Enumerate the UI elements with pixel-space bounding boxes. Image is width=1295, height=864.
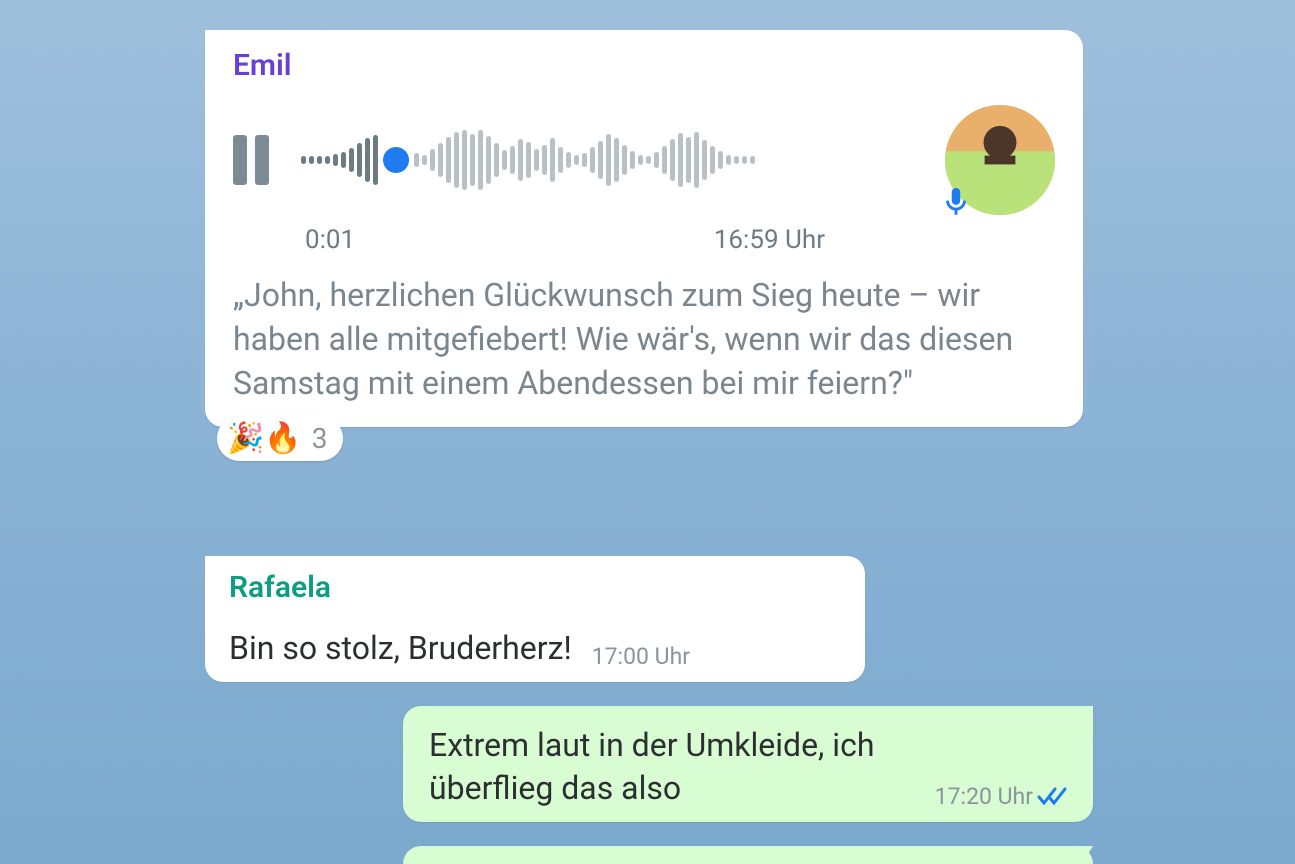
sent-time: 16:59 Uhr	[714, 225, 825, 255]
message-emil-voice[interactable]: Emil	[205, 30, 1083, 427]
message-text: Bin so stolz, Bruderherz!	[229, 627, 572, 670]
read-receipt-icon	[1037, 785, 1069, 807]
voice-progress-knob[interactable]	[383, 147, 409, 173]
sender-name: Emil	[233, 48, 1055, 83]
sender-name: Rafaela	[229, 570, 841, 605]
elapsed-time: 0:01	[305, 225, 355, 255]
message-outgoing-2[interactable]: Kann's kaum erwarten, euch	[403, 846, 1093, 864]
pause-button[interactable]	[233, 135, 277, 185]
reaction-pill[interactable]: 🎉🔥 3	[217, 416, 343, 461]
sender-avatar-wrap	[945, 105, 1055, 215]
message-rafaela[interactable]: Rafaela Bin so stolz, Bruderherz! 17:00 …	[205, 556, 865, 682]
microphone-icon	[939, 185, 973, 219]
message-time: 17:20 Uhr	[935, 783, 1033, 810]
message-outgoing-1[interactable]: Extrem laut in der Umkleide, ich überfli…	[403, 706, 1093, 822]
reaction-emojis: 🎉🔥	[227, 421, 302, 456]
reaction-count: 3	[312, 422, 328, 455]
voice-times: 0:01 16:59 Uhr	[305, 225, 825, 255]
message-time: 17:00 Uhr	[592, 643, 690, 670]
message-text: Extrem laut in der Umkleide, ich überfli…	[429, 724, 917, 810]
voice-waveform[interactable]	[301, 130, 921, 190]
message-text: Kann's kaum erwarten, euch	[429, 860, 1069, 864]
voice-transcript: „John, herzlichen Glückwunsch zum Sieg h…	[233, 273, 1055, 405]
voice-player	[233, 105, 1055, 215]
chat-viewport[interactable]: Emil	[0, 0, 1295, 864]
